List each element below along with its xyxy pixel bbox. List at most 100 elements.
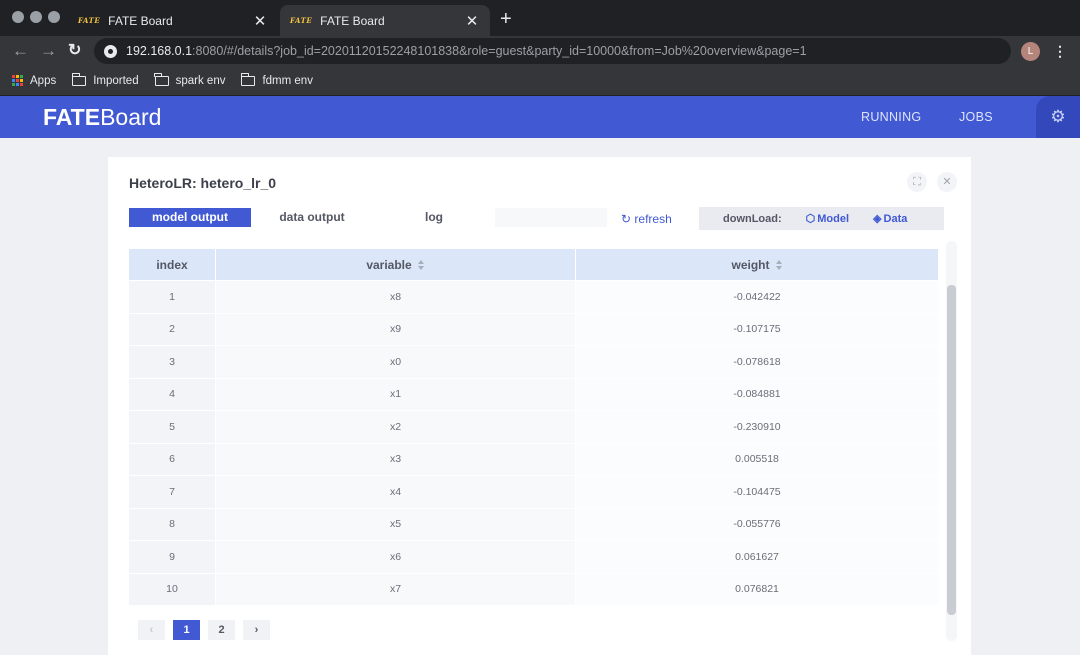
- bookmark-imported[interactable]: Imported: [71, 72, 139, 87]
- browser-tab-2[interactable]: FATE FATE Board ✕: [280, 5, 490, 36]
- tab-data-output[interactable]: data output: [251, 208, 373, 227]
- folder-icon: [154, 72, 169, 86]
- cell-variable: x6: [216, 541, 576, 573]
- pagination-page-2[interactable]: 2: [208, 620, 235, 640]
- url-path: :8080/#/details?job_id=20201120152248101…: [192, 44, 807, 58]
- folder-icon: [240, 72, 256, 86]
- table-row: 10 x7 0.076821: [129, 573, 938, 606]
- download-model-link[interactable]: ⬡ Model: [805, 212, 849, 226]
- cell-variable: x5: [216, 508, 576, 540]
- profile-avatar[interactable]: L: [1021, 42, 1040, 61]
- dialog-title: HeteroLR: hetero_lr_0: [129, 175, 277, 191]
- header-index: index: [129, 249, 216, 280]
- apps-grid-icon: [12, 75, 23, 86]
- address-bar[interactable]: 192.168.0.1 :8080/#/details?job_id=20201…: [94, 38, 1011, 64]
- cell-variable: x3: [216, 443, 576, 475]
- pagination: ‹ 1 2 ›: [138, 620, 278, 640]
- output-tabs: model output data output log: [129, 208, 607, 227]
- cell-index: 1: [129, 281, 216, 313]
- tab-log[interactable]: log: [373, 208, 495, 227]
- table-row: 3 x0 -0.078618: [129, 346, 938, 379]
- reload-icon[interactable]: ↻: [68, 40, 81, 62]
- bookmark-label: Apps: [30, 74, 57, 87]
- settings-button[interactable]: ⚙: [1036, 96, 1080, 138]
- close-icon[interactable]: ✕: [937, 172, 957, 192]
- cell-weight: 0.005518: [576, 443, 938, 475]
- bookmark-label: Imported: [93, 74, 139, 87]
- pagination-prev[interactable]: ‹: [138, 620, 165, 640]
- tab-close-icon[interactable]: ✕: [464, 12, 480, 30]
- pagination-next[interactable]: ›: [243, 620, 270, 640]
- download-data-link[interactable]: ◈ Data: [873, 212, 907, 226]
- table-row: 7 x4 -0.104475: [129, 476, 938, 509]
- cell-index: 4: [129, 378, 216, 410]
- tab-title: FATE Board: [108, 13, 173, 28]
- sort-icon[interactable]: [417, 259, 425, 270]
- cell-weight: -0.055776: [576, 508, 938, 540]
- site-info-icon[interactable]: [104, 44, 117, 58]
- bookmark-spark-env[interactable]: spark env: [154, 72, 226, 87]
- cell-variable: x7: [216, 573, 576, 605]
- header-variable[interactable]: variable: [216, 249, 576, 280]
- table-row: 1 x8 -0.042422: [129, 281, 938, 314]
- bookmarks-bar: Apps Imported spark env fdmm env: [0, 66, 1080, 96]
- cell-variable: x9: [216, 313, 576, 345]
- fateboard-logo[interactable]: FATEBoard: [43, 103, 161, 131]
- forward-arrow-icon[interactable]: →: [40, 40, 57, 62]
- cell-variable: x4: [216, 476, 576, 508]
- bookmark-label: spark env: [175, 74, 226, 87]
- tab-model-output[interactable]: model output: [129, 208, 251, 227]
- browser-tab-1[interactable]: FATE FATE Board ✕: [68, 5, 278, 36]
- model-cube-icon: ⬡: [805, 213, 816, 225]
- cell-index: 10: [129, 573, 216, 605]
- cell-weight: 0.061627: [576, 541, 938, 573]
- refresh-icon: ↻: [621, 212, 632, 226]
- window-close-dot[interactable]: [12, 11, 24, 23]
- cell-variable: x2: [216, 411, 576, 443]
- cell-weight: -0.078618: [576, 346, 938, 378]
- fate-favicon-icon: FATE: [290, 16, 313, 25]
- table-scrollbar-thumb[interactable]: [947, 285, 956, 615]
- sort-icon[interactable]: [775, 259, 783, 270]
- bookmark-apps[interactable]: Apps: [12, 75, 56, 87]
- cell-index: 7: [129, 476, 216, 508]
- bookmark-label: fdmm env: [262, 74, 313, 87]
- pagination-page-1[interactable]: 1: [173, 620, 200, 640]
- nav-jobs[interactable]: JOBS: [959, 110, 993, 124]
- cell-weight: 0.076821: [576, 573, 938, 605]
- table-row: 2 x9 -0.107175: [129, 313, 938, 346]
- cell-weight: -0.230910: [576, 411, 938, 443]
- window-minimize-dot[interactable]: [30, 11, 42, 23]
- browser-tab-bar: FATE FATE Board ✕ FATE FATE Board ✕ +: [0, 0, 1080, 36]
- window-zoom-dot[interactable]: [48, 11, 60, 23]
- bookmark-fdmm-env[interactable]: fdmm env: [240, 72, 313, 87]
- browser-toolbar: ← → ↻ 192.168.0.1 :8080/#/details?job_id…: [0, 36, 1080, 66]
- table-row: 4 x1 -0.084881: [129, 378, 938, 411]
- cell-variable: x0: [216, 346, 576, 378]
- refresh-button[interactable]: ↻ refresh: [621, 212, 672, 226]
- table-row: 9 x6 0.061627: [129, 541, 938, 574]
- new-tab-button[interactable]: +: [500, 8, 512, 30]
- gear-icon: ⚙: [1050, 107, 1066, 126]
- component-output-dialog: HeteroLR: hetero_lr_0 ⛶ ✕ model output d…: [108, 157, 971, 655]
- browser-menu-icon[interactable]: ⋮: [1053, 42, 1067, 60]
- cell-variable: x1: [216, 378, 576, 410]
- tab-empty: [495, 208, 607, 227]
- cell-index: 9: [129, 541, 216, 573]
- cell-index: 3: [129, 346, 216, 378]
- cell-index: 5: [129, 411, 216, 443]
- cell-weight: -0.042422: [576, 281, 938, 313]
- page-body: HeteroLR: hetero_lr_0 ⛶ ✕ model output d…: [0, 138, 1080, 655]
- tab-close-icon[interactable]: ✕: [252, 12, 268, 30]
- cell-weight: -0.107175: [576, 313, 938, 345]
- back-arrow-icon[interactable]: ←: [12, 40, 29, 62]
- fullscreen-icon[interactable]: ⛶: [907, 172, 927, 192]
- header-weight[interactable]: weight: [576, 249, 938, 280]
- cell-index: 8: [129, 508, 216, 540]
- table-header-row: index variable weight: [129, 249, 938, 281]
- nav-running[interactable]: RUNNING: [861, 110, 921, 124]
- download-label: downLoad:: [723, 212, 782, 225]
- table-row: 5 x2 -0.230910: [129, 411, 938, 444]
- model-output-table: index variable weight 1 x8 -0.042422 2 x9 -0.…: [129, 249, 938, 606]
- cell-variable: x8: [216, 281, 576, 313]
